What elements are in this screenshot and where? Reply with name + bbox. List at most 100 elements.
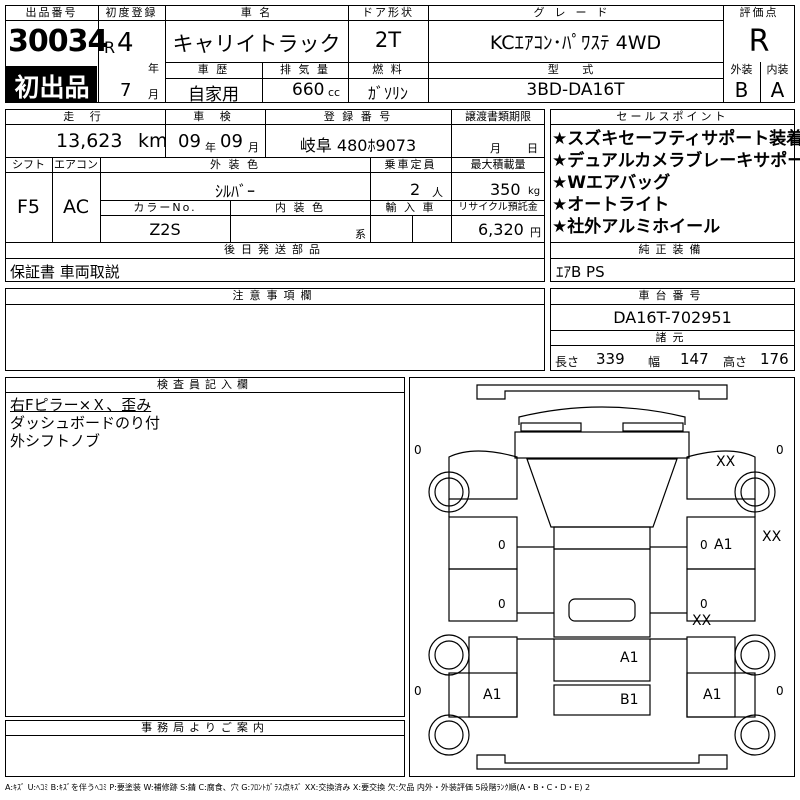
- damage-mark: 0: [414, 684, 422, 698]
- damage-mark: 0: [498, 597, 506, 611]
- interior-color-label: 内 装 色: [275, 201, 325, 214]
- history-label: 車 歴: [197, 63, 230, 76]
- import-label: 輸 入 車: [385, 201, 436, 214]
- colorno: Z2S: [149, 220, 181, 239]
- damage-mark: XX: [692, 613, 712, 629]
- first-listing-text: 初出品: [14, 73, 90, 102]
- capacity-label: 乗車定員: [384, 158, 437, 171]
- car-name-label: 車 名: [240, 6, 273, 19]
- sales-point-item: ★オートライト: [552, 195, 670, 215]
- shift-label: シフト: [12, 158, 45, 171]
- width-label: 幅: [648, 355, 661, 369]
- later-parts: 保証書 車両取説: [10, 263, 120, 281]
- transfer-month-unit: 月: [490, 142, 501, 155]
- sales-points-list: ★スズキセーフティサポート装着車 ★デュアルカメラブレーキサポート ★Wエアバッ…: [552, 128, 800, 238]
- sales-point-item: ★Wエアバッグ: [552, 173, 671, 193]
- inspector-line: 右Fピラー×Ｘ、歪み: [10, 396, 152, 414]
- damage-mark: A1: [703, 687, 722, 703]
- mileage-label: 走 行: [63, 110, 107, 123]
- damage-mark: A1: [483, 687, 502, 703]
- exterior-grade: B: [734, 78, 749, 102]
- era: R: [104, 38, 116, 57]
- month-unit: 月: [148, 88, 159, 101]
- displacement-label: 排 気 量: [280, 63, 330, 76]
- ac-label: エアコン: [54, 158, 98, 171]
- chassis-label: 車台番号: [638, 289, 707, 302]
- ac: AC: [63, 196, 89, 218]
- later-parts-label: 後日発送部品: [224, 243, 326, 256]
- inspection-label: 車 検: [193, 110, 237, 123]
- legend: A:ｷｽﾞ U:ﾍｺﾐ B:ｷｽﾞを伴うﾍｺﾐ P:要塗装 W:補修跡 S:錆 …: [5, 783, 591, 792]
- transfer-label: 譲渡書類期限: [465, 110, 531, 123]
- damage-mark: B1: [620, 692, 639, 708]
- year: 4: [117, 28, 134, 58]
- notes-label: 注意事項欄: [232, 289, 318, 302]
- damage-mark: A1: [620, 650, 639, 666]
- car-name: キャリイトラック: [172, 32, 341, 56]
- damage-mark: 0: [700, 597, 708, 611]
- history: 自家用: [188, 85, 239, 105]
- inspector-label: 検査員記入欄: [157, 378, 253, 391]
- sales-point-item: ★デュアルカメラブレーキサポート: [552, 151, 800, 171]
- exterior-label: 外装: [730, 63, 753, 76]
- inspection-month-unit: 月: [248, 141, 259, 154]
- first-reg-label: 初度登録: [105, 6, 158, 19]
- damage-mark: 0: [776, 443, 784, 457]
- inspector-notes: 右Fピラー×Ｘ、歪み ダッシュボードのり付 外シフトノブ: [10, 396, 160, 450]
- score-label: 評価点: [739, 6, 779, 19]
- colorno-label: カラーNo.: [133, 201, 197, 214]
- score: R: [748, 24, 770, 59]
- grade-label: グレード: [533, 6, 618, 19]
- interior-label: 内装: [766, 63, 789, 76]
- damage-mark: 0: [776, 684, 784, 698]
- dimensions-label: 諸元: [655, 331, 690, 344]
- sales-point-item: ★社外アルミホイール: [552, 217, 721, 237]
- inspection-year-unit: 年: [205, 141, 216, 154]
- transfer-day-unit: 日: [527, 142, 538, 155]
- capacity-unit: 人: [432, 186, 443, 199]
- length-value: 339: [596, 350, 625, 368]
- grade: KCｴｱｺﾝ･ﾊﾟﾜｽﾃ 4WD: [489, 32, 662, 54]
- color-label: 外 装 色: [210, 158, 260, 171]
- lot-no-label: 出品番号: [25, 6, 78, 19]
- inspector-line: 外シフトノブ: [10, 432, 101, 450]
- truck-diagram: [428, 384, 776, 770]
- inspector-line: ダッシュボードのり付: [10, 414, 161, 432]
- damage-mark: XX: [762, 529, 782, 545]
- color: ｼﾙﾊﾞｰ: [214, 182, 255, 201]
- recycle-unit: 円: [530, 226, 541, 239]
- interior-color-unit: 系: [355, 228, 366, 241]
- genuine-label: 純正装備: [638, 243, 707, 256]
- load: 350: [490, 180, 521, 199]
- displacement-unit: cc: [328, 86, 341, 99]
- office-label: 事務局よりご案内: [141, 721, 269, 734]
- fuel-label: 燃 料: [372, 63, 404, 76]
- plate-label: 登 録 番 号: [323, 110, 393, 123]
- sales-point-item: ★スズキセーフティサポート装着車: [552, 129, 800, 149]
- displacement: 660: [292, 80, 325, 100]
- length-label: 長さ: [555, 355, 580, 369]
- damage-mark: 0: [498, 538, 506, 552]
- genuine-equipment: ｴｱB PS: [556, 263, 605, 281]
- chassis-number: DA16T-702951: [613, 308, 732, 327]
- lot-no: 30034: [8, 24, 108, 59]
- month: 7: [120, 80, 132, 101]
- recycle-label: リサイクル預託金: [458, 202, 538, 213]
- interior-grade: A: [770, 78, 785, 102]
- year-unit: 年: [148, 62, 159, 75]
- capacity: 2: [410, 180, 421, 199]
- mileage-unit: km: [138, 130, 168, 152]
- damage-mark: 0: [700, 538, 708, 552]
- model-label: 型 式: [547, 63, 604, 76]
- damage-mark: A1: [714, 537, 733, 553]
- shift: F5: [16, 196, 41, 218]
- inspection-year: 09: [178, 131, 201, 152]
- mileage: 13,623: [56, 130, 123, 152]
- fuel: ｶﾞｿﾘﾝ: [367, 84, 408, 103]
- inspection-month: 09: [220, 131, 243, 152]
- door-label: ドア形状: [362, 6, 414, 19]
- model: 3BD-DA16T: [526, 80, 625, 100]
- recycle: 6,320: [478, 220, 524, 239]
- door: 2T: [374, 28, 402, 52]
- load-unit: kg: [528, 186, 541, 197]
